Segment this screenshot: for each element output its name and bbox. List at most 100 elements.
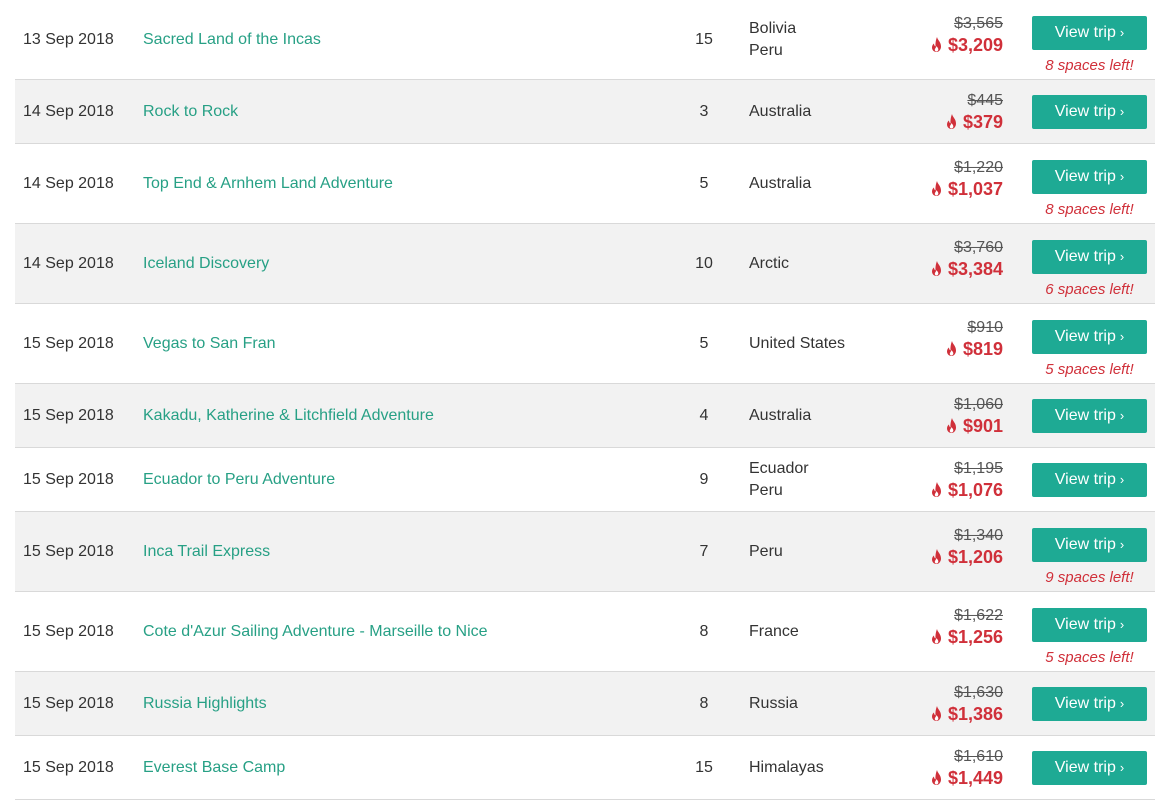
trip-duration-days: 7 <box>699 542 709 560</box>
view-trip-button[interactable]: View trip › <box>1032 750 1147 785</box>
view-trip-button[interactable]: View trip › <box>1032 686 1147 721</box>
table-row: 13 Sep 2018 Sacred Land of the Incas 15 Bol… <box>15 0 1155 80</box>
price-block: $910 $819 <box>946 317 1003 359</box>
view-trip-button[interactable]: View trip › <box>1032 398 1147 433</box>
view-trip-button[interactable]: View trip › <box>1032 319 1147 354</box>
destination-label: Australia <box>749 102 812 120</box>
view-trip-button[interactable]: View trip › <box>1032 462 1147 497</box>
trip-name-link[interactable]: Kakadu, Katherine & Litchfield Adventure <box>143 405 434 427</box>
chevron-right-icon: › <box>1119 407 1125 423</box>
trip-action: View trip › <box>1032 94 1147 129</box>
sale-price: $1,037 <box>931 177 1003 199</box>
view-trip-button[interactable]: View trip › <box>1032 239 1147 274</box>
trip-name-link[interactable]: Iceland Discovery <box>143 253 269 275</box>
trip-destinations: Arctic <box>749 253 789 275</box>
departure-date: 13 Sep 2018 <box>23 30 114 48</box>
table-row: 15 Sep 2018 Inca Trail Express 7 Peru $1,340… <box>15 512 1155 592</box>
departure-date: 15 Sep 2018 <box>23 542 114 560</box>
destination-label: Peru <box>749 41 783 59</box>
chevron-right-icon: › <box>1119 471 1125 487</box>
trip-name-link[interactable]: Russia Highlights <box>143 693 267 715</box>
trip-destinations: Australia <box>749 405 811 427</box>
sale-price: $1,206 <box>931 545 1003 567</box>
trip-name-link[interactable]: Sacred Land of the Incas <box>143 29 321 51</box>
table-row: 15 Sep 2018 Kakadu, Katherine & Litchfiel… <box>15 384 1155 448</box>
flame-icon <box>931 769 941 785</box>
trip-name-link[interactable]: Everest Base Camp <box>143 757 285 779</box>
departure-date: 15 Sep 2018 <box>23 470 114 488</box>
destination-label: Bolivia <box>749 19 797 37</box>
sale-price-value: $901 <box>962 415 1003 436</box>
price-block: $1,622 $1,256 <box>931 605 1003 647</box>
flame-icon <box>931 481 941 497</box>
trip-action: View trip › <box>1032 750 1147 785</box>
trip-name-link[interactable]: Inca Trail Express <box>143 541 270 563</box>
flame-icon <box>931 36 941 52</box>
trip-duration-days: 3 <box>699 102 709 120</box>
trip-destinations: Australia <box>749 173 811 195</box>
table-row: 15 Sep 2018 Ecuador to Peru Adventure 9 Ecu… <box>15 448 1155 512</box>
trip-name-link[interactable]: Top End & Arnhem Land Adventure <box>143 173 393 195</box>
trip-duration-days: 15 <box>695 30 713 48</box>
trip-destinations: Russia <box>749 693 798 715</box>
view-trip-label: View trip <box>1054 615 1116 633</box>
view-trip-label: View trip <box>1054 102 1116 120</box>
trip-name-link[interactable]: Ecuador to Peru Adventure <box>143 469 335 491</box>
trip-action: View trip › <box>1032 686 1147 721</box>
chevron-right-icon: › <box>1119 168 1125 184</box>
view-trip-button[interactable]: View trip › <box>1032 15 1147 50</box>
view-trip-button[interactable]: View trip › <box>1032 94 1147 129</box>
sale-price-value: $1,256 <box>947 626 1003 647</box>
original-price: $1,220 <box>954 158 1003 176</box>
table-row: 14 Sep 2018 Top End & Arnhem Land Adventu… <box>15 144 1155 224</box>
chevron-right-icon: › <box>1119 536 1125 552</box>
destination-label: Australia <box>749 406 812 424</box>
destination-label: Himalayas <box>749 758 824 776</box>
original-price: $3,760 <box>954 238 1003 256</box>
chevron-right-icon: › <box>1119 328 1125 344</box>
spaces-left-notice: 8 spaces left! <box>1045 200 1134 218</box>
view-trip-button[interactable]: View trip › <box>1032 159 1147 194</box>
trip-name-link[interactable]: Cote d'Azur Sailing Adventure - Marseill… <box>143 621 488 643</box>
chevron-right-icon: › <box>1119 616 1125 632</box>
price-block: $3,760 $3,384 <box>931 237 1003 279</box>
table-row: 15 Sep 2018 Russia Highlights 8 Russia $1,63… <box>15 672 1155 736</box>
flame-icon <box>946 417 956 433</box>
flame-icon <box>931 628 941 644</box>
sale-price-value: $1,076 <box>947 479 1003 500</box>
original-price: $1,610 <box>954 747 1003 765</box>
sale-price: $819 <box>946 337 1003 359</box>
sale-price: $379 <box>946 111 1003 133</box>
sale-price-value: $1,037 <box>947 178 1003 199</box>
destination-label: Australia <box>749 174 812 192</box>
spaces-left-notice: 9 spaces left! <box>1045 568 1134 586</box>
trip-name-link[interactable]: Rock to Rock <box>143 101 238 123</box>
price-block: $1,340 $1,206 <box>931 525 1003 567</box>
table-row: 15 Sep 2018 Cote d'Azur Sailing Adventure… <box>15 592 1155 672</box>
chevron-right-icon: › <box>1119 695 1125 711</box>
view-trip-label: View trip <box>1054 327 1116 345</box>
table-row: 14 Sep 2018 Iceland Discovery 10 Arctic $3,7… <box>15 224 1155 304</box>
trip-action: View trip › 8 spaces left! <box>1032 159 1147 220</box>
trip-name-link[interactable]: Vegas to San Fran <box>143 333 276 355</box>
price-block: $1,630 $1,386 <box>931 683 1003 725</box>
departure-date: 14 Sep 2018 <box>23 174 114 192</box>
trip-duration-days: 10 <box>695 254 713 272</box>
sale-price: $3,209 <box>931 33 1003 55</box>
original-price: $3,565 <box>954 14 1003 32</box>
view-trip-label: View trip <box>1054 167 1116 185</box>
sale-price: $1,076 <box>931 479 1003 501</box>
price-block: $445 $379 <box>946 91 1003 133</box>
sale-price: $1,449 <box>931 767 1003 789</box>
sale-price: $1,256 <box>931 625 1003 647</box>
flame-icon <box>931 260 941 276</box>
view-trip-button[interactable]: View trip › <box>1032 607 1147 642</box>
departure-date: 15 Sep 2018 <box>23 334 114 352</box>
trip-duration-days: 15 <box>695 758 713 776</box>
original-price: $910 <box>967 318 1003 336</box>
departure-date: 15 Sep 2018 <box>23 758 114 776</box>
view-trip-label: View trip <box>1054 470 1116 488</box>
departure-date: 14 Sep 2018 <box>23 254 114 272</box>
trip-duration-days: 9 <box>699 470 709 488</box>
view-trip-button[interactable]: View trip › <box>1032 527 1147 562</box>
